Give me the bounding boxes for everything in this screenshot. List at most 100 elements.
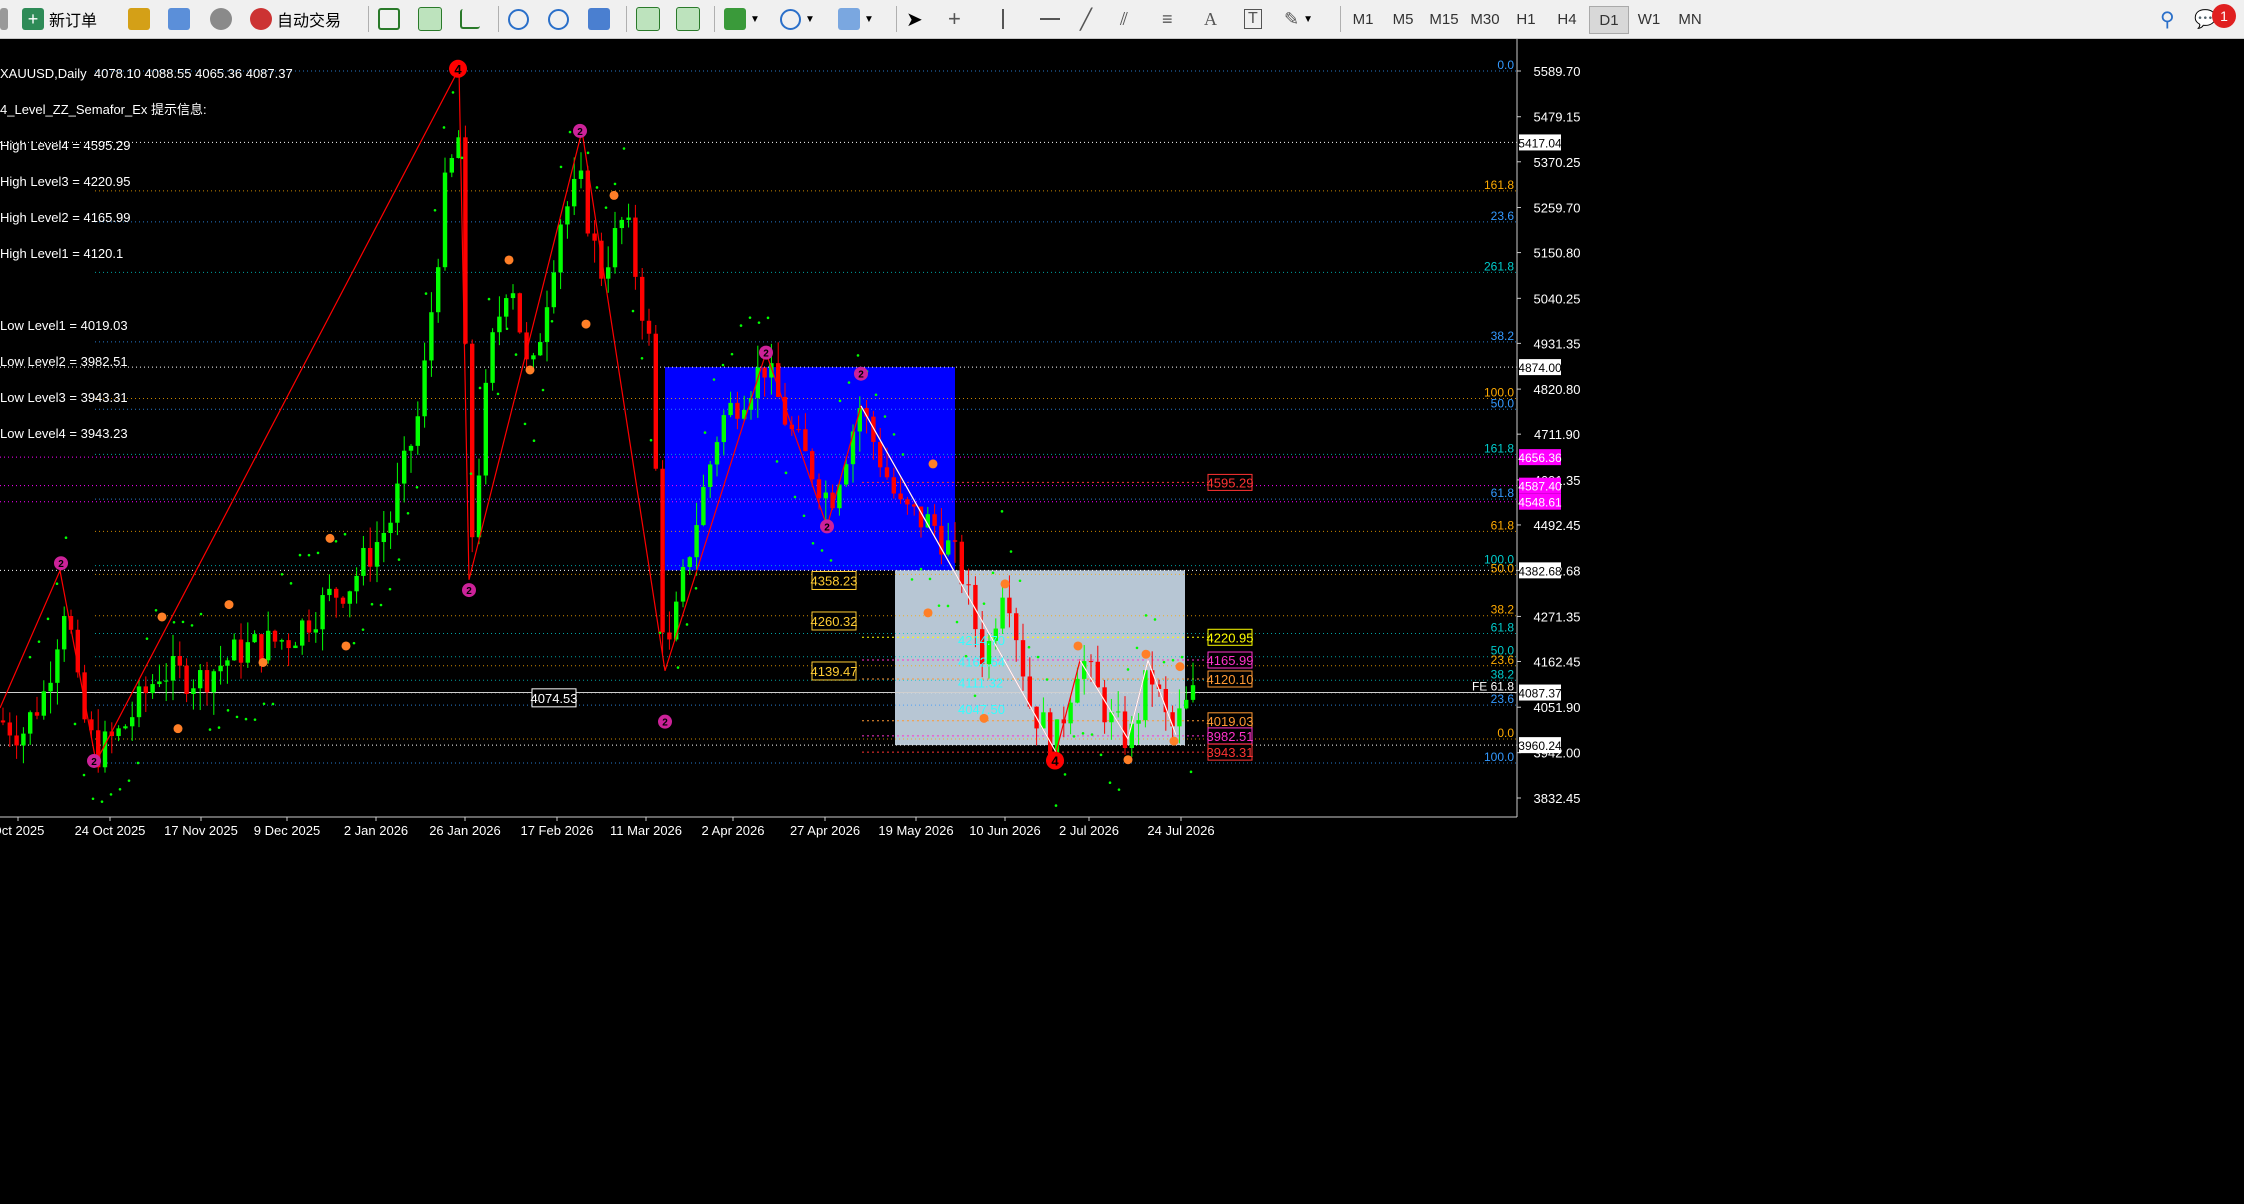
- high-level-3: High Level3 = 4220.95: [0, 174, 131, 189]
- bar-chart-button[interactable]: [378, 5, 400, 33]
- candle-body: [891, 477, 896, 494]
- sar-dot: [1081, 732, 1085, 735]
- zigzag-minor-marker: [581, 319, 591, 329]
- notification-badge[interactable]: 1: [2212, 2, 2236, 30]
- sar-dot: [487, 297, 491, 301]
- tf-m15[interactable]: M15: [1425, 6, 1463, 32]
- vertical-line-button[interactable]: [1002, 5, 1004, 33]
- date-tick-label: 17 Feb 2026: [520, 823, 593, 838]
- candlestick-icon: [418, 7, 442, 31]
- candle-body: [714, 442, 720, 465]
- fibo-label: 23.6: [1491, 209, 1515, 223]
- high-level-4: High Level4 = 4595.29: [0, 138, 131, 153]
- candle-body: [946, 540, 951, 555]
- sar-dot: [460, 156, 464, 160]
- line-chart-button[interactable]: [460, 5, 480, 33]
- date-tick-label: 9 Dec 2025: [254, 823, 321, 838]
- sar-dot: [46, 617, 50, 621]
- indicators-button[interactable]: ▼: [724, 5, 760, 33]
- auto-scroll-button[interactable]: [636, 5, 660, 33]
- candle-body: [701, 486, 706, 526]
- sar-dot: [784, 471, 788, 475]
- candle-body: [245, 642, 250, 663]
- sar-dot: [910, 578, 914, 581]
- symbol-line: XAUUSD,Daily 4078.10 4088.55 4065.36 408…: [0, 66, 293, 81]
- date-tick-label: 24 Oct 2025: [75, 823, 146, 838]
- date-tick-label: 19 May 2026: [878, 823, 953, 838]
- chart-info-panel: XAUUSD,Daily 4078.10 4088.55 4065.36 408…: [0, 44, 293, 452]
- auto-trading-button[interactable]: 自动交易: [250, 5, 341, 33]
- tile-windows-button[interactable]: [588, 5, 610, 33]
- text-tool-button[interactable]: A: [1204, 5, 1217, 33]
- tf-d1[interactable]: D1: [1589, 6, 1629, 34]
- zigzag-minor-marker: [609, 190, 619, 200]
- sar-dot: [73, 722, 77, 726]
- sar-dot: [856, 354, 860, 357]
- text-icon: A: [1204, 8, 1217, 29]
- candle-body: [667, 632, 672, 640]
- date-tick-label: 2 Jan 2026: [344, 823, 408, 838]
- candle-body: [1116, 711, 1121, 713]
- window-icon: [168, 8, 190, 30]
- text-label-button[interactable]: T: [1244, 5, 1262, 33]
- zoom-out-button[interactable]: [548, 5, 569, 33]
- line-chart-icon: [460, 9, 480, 29]
- sar-dot: [442, 126, 446, 129]
- price-marker-label: 4587.40: [1518, 480, 1562, 494]
- fibo-label: 161.8: [1484, 178, 1514, 192]
- tf-m5[interactable]: M5: [1384, 6, 1422, 32]
- new-order-button[interactable]: + 新订单: [22, 5, 97, 33]
- templates-button[interactable]: ▼: [838, 5, 874, 33]
- sar-dot: [298, 553, 302, 557]
- candle-body: [7, 722, 12, 736]
- candle-body: [1184, 699, 1189, 709]
- semafor-label: 3943.31: [1207, 745, 1254, 760]
- cursor-tool-button[interactable]: ➤: [906, 5, 923, 33]
- market-watch-button[interactable]: [168, 5, 190, 33]
- tf-h1[interactable]: H1: [1507, 6, 1545, 32]
- candle: [470, 339, 475, 553]
- search-button[interactable]: ⚲: [2160, 5, 2175, 33]
- sar-dot: [1135, 646, 1139, 650]
- terminal-button[interactable]: [210, 5, 232, 33]
- candle-body: [728, 402, 733, 416]
- sar-dot: [892, 433, 896, 436]
- candle-body: [578, 170, 584, 179]
- crosshair-tool-button[interactable]: +: [948, 5, 961, 33]
- periods-button[interactable]: ▼: [780, 5, 815, 33]
- fibonacci-button[interactable]: ≡: [1162, 5, 1173, 33]
- shapes-button[interactable]: ✎ ▼: [1284, 5, 1313, 33]
- sar-dot: [874, 393, 878, 397]
- candle-chart-button[interactable]: [418, 5, 442, 33]
- chevron-down-icon: ▼: [864, 13, 874, 25]
- channel-button[interactable]: ⫽: [1120, 5, 1128, 33]
- price-tick-label: 4492.45: [1534, 518, 1581, 533]
- text-label-icon: T: [1244, 9, 1262, 29]
- chart-shift-button[interactable]: [676, 5, 700, 33]
- candle-body: [1129, 723, 1134, 749]
- candle-body: [592, 233, 597, 241]
- candle-body: [966, 584, 971, 586]
- trendline-button[interactable]: ╱: [1080, 5, 1092, 33]
- tf-m1[interactable]: M1: [1344, 6, 1382, 32]
- price-marker-label: 4382.68: [1518, 564, 1562, 578]
- navigator-button[interactable]: [128, 5, 150, 33]
- candle-body: [878, 441, 883, 468]
- candle-body: [1048, 712, 1053, 756]
- zoom-in-button[interactable]: [508, 5, 529, 33]
- tf-mn[interactable]: MN: [1671, 6, 1709, 32]
- candle-body: [123, 726, 128, 729]
- tf-m30[interactable]: M30: [1466, 6, 1504, 32]
- tf-h4[interactable]: H4: [1548, 6, 1586, 32]
- low-level-4: Low Level4 = 3943.23: [0, 426, 128, 441]
- tf-w1[interactable]: W1: [1630, 6, 1668, 32]
- chart-canvas[interactable]: 4 2 2 2 2 2 2 2 2 4 0.0 161.8 23.6 261.8 38.2 100.0 50.…: [0, 39, 2244, 1200]
- sar-dot: [388, 587, 392, 591]
- sar-dot: [595, 186, 599, 189]
- price-chart[interactable]: 4 2 2 2 2 2 2 2 2 4 0.0 161.8 23.6 261.8 38.2 100.0 50.…: [0, 39, 2244, 1200]
- horizontal-line-button[interactable]: [1040, 5, 1060, 33]
- indicator-line: 4_Level_ZZ_Semafor_Ex 提示信息:: [0, 102, 207, 117]
- sar-dot: [748, 316, 752, 319]
- fibo-label: 23.6: [1491, 653, 1515, 667]
- sar-dot: [343, 532, 347, 536]
